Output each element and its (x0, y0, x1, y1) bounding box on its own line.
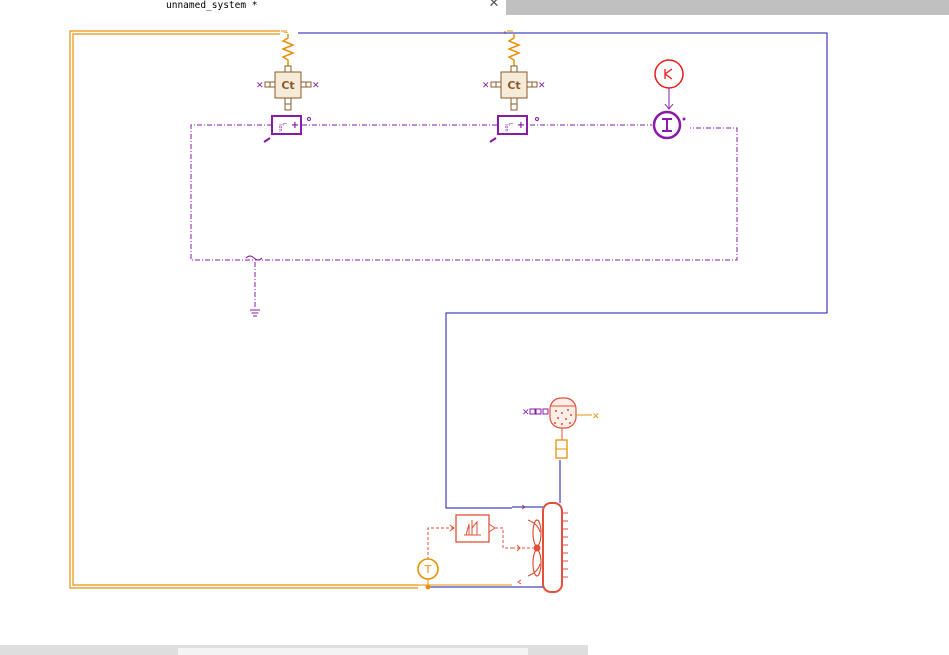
coolant-tank-icon[interactable] (549, 397, 577, 429)
battery-1-plus: + (291, 120, 299, 131)
port-icon[interactable] (284, 65, 292, 73)
capacitor-2-label: Ct (507, 79, 520, 92)
tank-ports[interactable] (529, 408, 549, 415)
battery-1-terminal (263, 137, 271, 143)
constant-current-source-icon[interactable] (654, 59, 684, 89)
close-icon: ✕ (256, 81, 264, 91)
close-icon: ✕ (538, 81, 546, 91)
close-icon: ✕ (592, 412, 600, 422)
port-icon[interactable] (682, 117, 686, 121)
diagram-canvas[interactable]: ~ Ct ✕ ✕ Ct ✕ ✕ L ion + L ion + ✕ ✕ T (0, 0, 949, 655)
battery-2-terminal (489, 137, 497, 143)
spring-icon (506, 30, 522, 66)
close-icon: ✕ (482, 81, 490, 91)
port-icon[interactable] (510, 65, 518, 73)
port-icon[interactable] (307, 117, 311, 121)
close-icon: ✕ (522, 408, 530, 418)
close-icon: ✕ (312, 81, 320, 91)
battery-2-plus: + (517, 120, 525, 131)
port-icon[interactable] (535, 117, 539, 121)
battery-2-label-bottom: ion (503, 124, 509, 132)
temperature-sensor-label: T (424, 563, 432, 576)
battery-1-label-bottom: ion (277, 124, 283, 132)
thermal-loop-wire[interactable] (69, 30, 506, 589)
junction-icon (245, 255, 263, 261)
radiator-fan-icon[interactable] (512, 502, 568, 593)
capacitor-1-label: Ct (281, 79, 294, 92)
hydraulic-loop-wire[interactable] (298, 32, 828, 588)
electrical-ground-icon[interactable] (250, 309, 260, 317)
spring-marker: ~ (283, 29, 289, 37)
scrollbar-thumb[interactable] (178, 648, 528, 655)
electric-loop-wire[interactable] (190, 124, 738, 308)
fan-controller-icon[interactable] (455, 514, 496, 543)
